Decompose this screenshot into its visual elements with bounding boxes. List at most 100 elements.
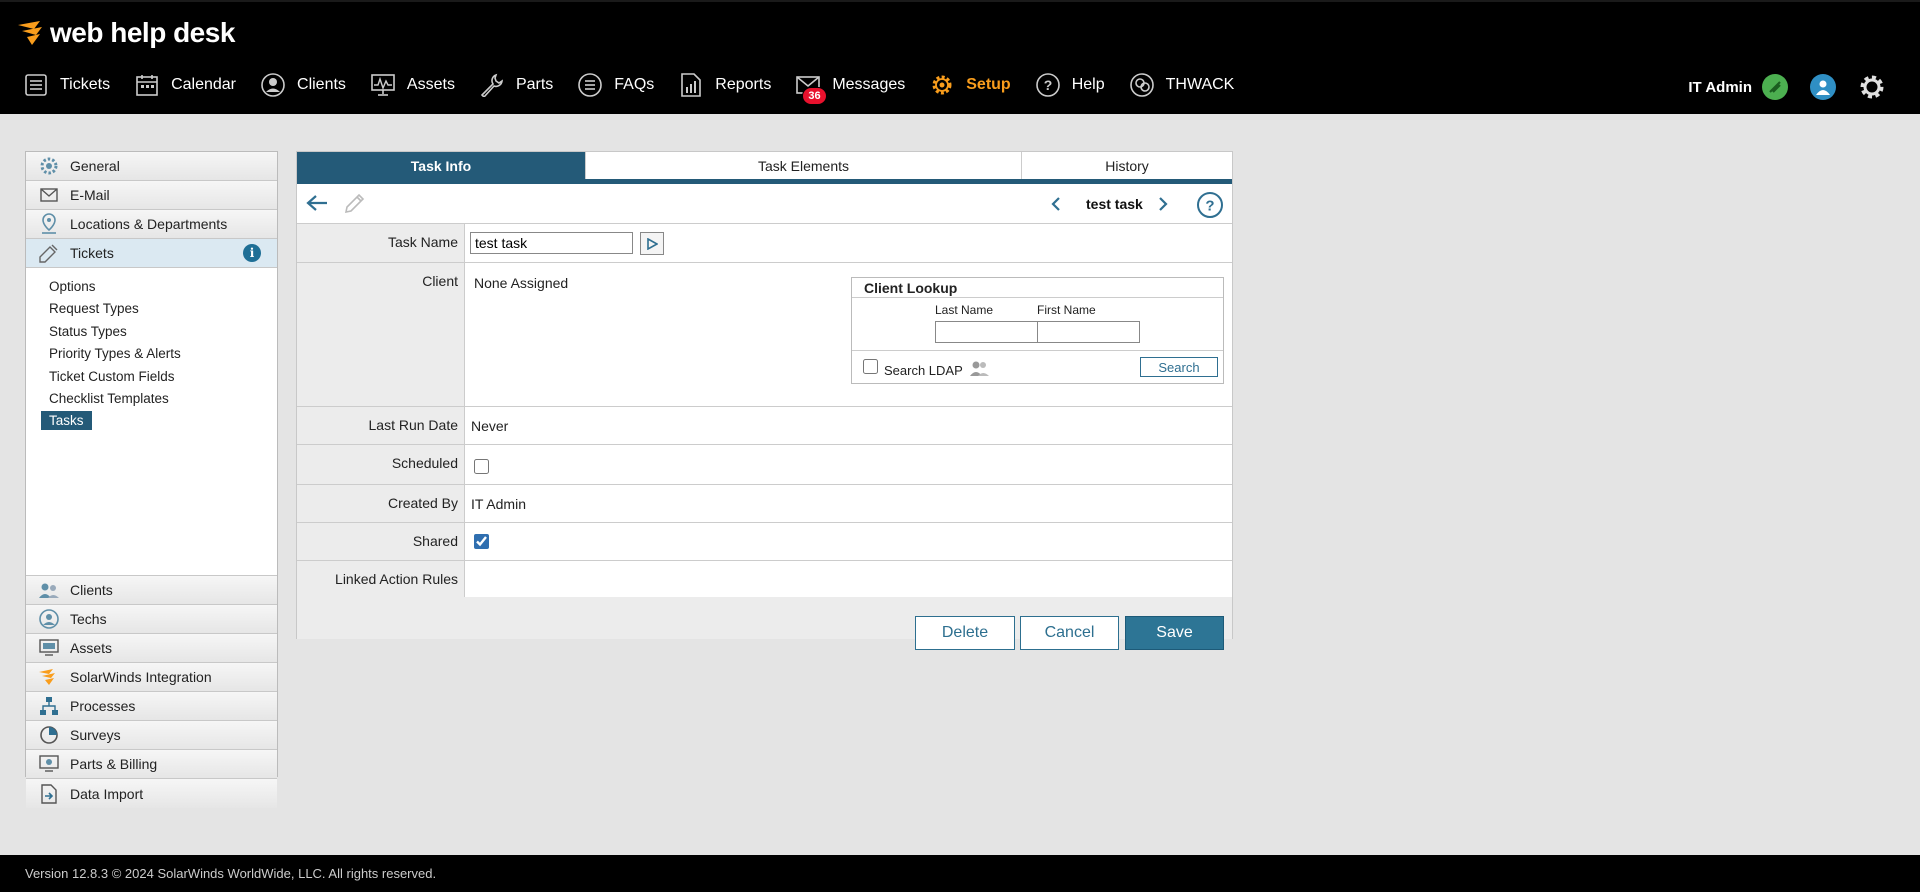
tab-bar: Task Info Task Elements History — [297, 152, 1232, 184]
task-name-row: Task Name — [297, 224, 1232, 263]
nav-help[interactable]: ? Help — [1034, 71, 1105, 99]
shared-label: Shared — [297, 523, 465, 560]
sidebar-item-label: E-Mail — [70, 187, 110, 203]
tickets-submenu: Options Request Types Status Types Prior… — [26, 268, 277, 576]
submenu-options[interactable]: Options — [26, 276, 277, 298]
sidebar-item-assets[interactable]: Assets — [26, 634, 277, 663]
last-run-value: Never — [471, 418, 509, 434]
nav-thwack[interactable]: THWACK — [1128, 71, 1234, 99]
sidebar-item-label: SolarWinds Integration — [70, 669, 212, 685]
nav-calendar[interactable]: Calendar — [133, 71, 236, 99]
client-search-button[interactable]: Search — [1140, 357, 1218, 377]
submenu-checklist-templates[interactable]: Checklist Templates — [26, 388, 277, 410]
client-lookup-box: Client Lookup Last Name First Name Searc… — [851, 277, 1224, 384]
web-help-desk-logo[interactable]: web help desk — [18, 16, 235, 50]
tickets-list-icon — [22, 71, 50, 99]
previous-record-icon[interactable] — [1050, 196, 1062, 212]
submenu-ticket-custom-fields[interactable]: Ticket Custom Fields — [26, 366, 277, 388]
sidebar-item-email[interactable]: E-Mail — [26, 181, 277, 210]
footer-copyright: Version 12.8.3 © 2024 SolarWinds WorldWi… — [0, 855, 1920, 892]
task-editor-panel: Task Info Task Elements History test tas… — [296, 151, 1233, 639]
next-record-icon[interactable] — [1157, 196, 1169, 212]
clients-group-icon — [38, 579, 60, 601]
current-user-name[interactable]: IT Admin — [1688, 79, 1752, 96]
import-document-icon — [38, 783, 60, 805]
last-run-label: Last Run Date — [297, 407, 465, 444]
nav-faqs[interactable]: FAQs — [576, 71, 654, 99]
submenu-status-types[interactable]: Status Types — [26, 321, 277, 343]
nav-clients[interactable]: Clients — [259, 71, 346, 99]
play-icon — [647, 237, 658, 250]
sidebar-item-surveys[interactable]: Surveys — [26, 721, 277, 750]
save-button[interactable]: Save — [1125, 616, 1224, 650]
sidebar-item-locations[interactable]: Locations & Departments — [26, 210, 277, 239]
tab-history[interactable]: History — [1022, 152, 1232, 179]
info-icon[interactable]: i — [243, 244, 261, 262]
sidebar-item-label: Surveys — [70, 727, 121, 743]
sidebar-item-general[interactable]: General — [26, 152, 277, 181]
status-available-icon[interactable] — [1762, 74, 1788, 100]
nav-label: Messages — [832, 76, 906, 93]
sidebar-item-label: Clients — [70, 582, 113, 598]
sidebar-item-processes[interactable]: Processes — [26, 692, 277, 721]
nav-messages[interactable]: 36 Messages — [794, 71, 906, 105]
nav-label: Help — [1071, 76, 1105, 93]
help-question-icon[interactable]: ? — [1196, 191, 1224, 219]
faq-list-icon — [576, 71, 604, 99]
sidebar-item-label: Techs — [70, 611, 107, 627]
message-count-badge: 36 — [802, 87, 827, 105]
created-by-value: IT Admin — [471, 496, 526, 512]
cancel-button[interactable]: Cancel — [1020, 616, 1119, 650]
created-by-row: Created By IT Admin — [297, 485, 1232, 523]
sidebar-item-label: Tickets — [70, 245, 114, 261]
submenu-request-types[interactable]: Request Types — [26, 298, 277, 320]
svg-text:?: ? — [1043, 77, 1052, 93]
main-menu: Tickets Calendar Clients Assets Parts FA… — [22, 70, 1257, 105]
sidebar-item-solarwinds[interactable]: SolarWinds Integration — [26, 663, 277, 692]
first-name-label: First Name — [1037, 303, 1096, 317]
help-question-icon: ? — [1034, 71, 1062, 99]
sidebar-item-tickets[interactable]: Tickets i — [26, 239, 277, 268]
task-name-input[interactable] — [470, 232, 633, 254]
billing-card-icon — [38, 753, 60, 775]
sidebar-item-clients[interactable]: Clients — [26, 576, 277, 605]
sidebar-item-data-import[interactable]: Data Import — [26, 779, 277, 808]
user-area: IT Admin — [1688, 73, 1886, 101]
first-name-input[interactable] — [1037, 321, 1140, 343]
submenu-tasks[interactable]: Tasks — [26, 410, 277, 432]
nav-parts[interactable]: Parts — [478, 71, 553, 99]
nav-setup[interactable]: Setup — [928, 71, 1011, 99]
record-title: test task — [1086, 196, 1143, 212]
run-task-button[interactable] — [640, 232, 664, 255]
tab-task-info[interactable]: Task Info — [297, 152, 586, 179]
sidebar-item-label: Processes — [70, 698, 136, 714]
pie-chart-icon — [38, 724, 60, 746]
search-ldap-label: Search LDAP — [884, 363, 963, 378]
delete-button[interactable]: Delete — [915, 616, 1015, 650]
client-value: None Assigned — [474, 275, 569, 291]
nav-assets[interactable]: Assets — [369, 71, 455, 99]
settings-gear-icon[interactable] — [1858, 73, 1886, 101]
setup-gear-icon — [928, 71, 956, 99]
submenu-priority-types[interactable]: Priority Types & Alerts — [26, 343, 277, 365]
tab-task-elements[interactable]: Task Elements — [586, 152, 1022, 179]
nav-reports[interactable]: Reports — [677, 71, 771, 99]
search-ldap-checkbox[interactable] — [863, 359, 878, 374]
nav-label: Tickets — [60, 76, 111, 93]
gear-icon — [38, 155, 60, 177]
user-profile-icon[interactable] — [1810, 74, 1836, 100]
scheduled-checkbox[interactable] — [474, 459, 489, 474]
scheduled-label: Scheduled — [297, 445, 465, 484]
created-by-label: Created By — [297, 485, 465, 522]
last-name-label: Last Name — [935, 303, 994, 317]
last-name-input[interactable] — [935, 321, 1038, 343]
back-arrow-icon[interactable] — [305, 193, 329, 213]
top-navigation-bar: web help desk Tickets Calendar Clients A… — [0, 0, 1920, 114]
tech-person-icon — [38, 608, 60, 630]
svg-text:?: ? — [1205, 198, 1214, 215]
sidebar-item-parts-billing[interactable]: Parts & Billing — [26, 750, 277, 779]
sidebar-item-techs[interactable]: Techs — [26, 605, 277, 634]
shared-checkbox[interactable] — [474, 534, 489, 549]
client-person-icon — [259, 71, 287, 99]
nav-tickets[interactable]: Tickets — [22, 71, 110, 99]
